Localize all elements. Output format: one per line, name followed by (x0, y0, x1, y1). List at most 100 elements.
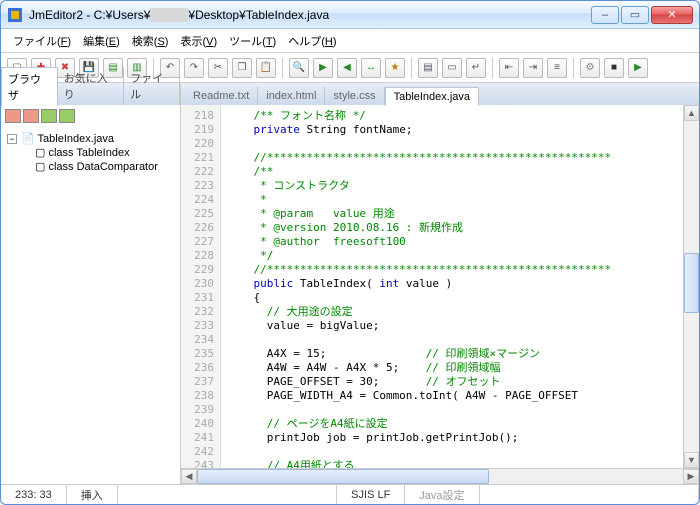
sidebar: ブラウザお気に入りファイル −📄 TableIndex.java▢ class … (1, 83, 181, 484)
editor-tabs: Readme.txtindex.htmlstyle.cssTableIndex.… (181, 83, 699, 105)
code-text[interactable]: /** フォント名称 */ private String fontName; /… (221, 105, 683, 468)
run-icon: ▶ (634, 62, 642, 73)
indent-icon: ⇥ (529, 62, 537, 73)
toolbar-separator (573, 58, 574, 78)
class-icon: ▢ (35, 161, 45, 173)
status-spacer2 (480, 485, 699, 504)
wrap-icon: ↵ (472, 62, 480, 73)
collapse-icon[interactable]: − (7, 134, 17, 144)
view-mode-icon-d[interactable] (59, 109, 75, 123)
body: ブラウザお気に入りファイル −📄 TableIndex.java▢ class … (1, 83, 699, 484)
editor-tab[interactable]: style.css (325, 87, 384, 105)
menu-v[interactable]: 表示(V) (180, 33, 217, 49)
sidebar-tab[interactable]: ファイル (124, 67, 180, 105)
maximize-button[interactable]: ▭ (621, 6, 649, 24)
code-viewport: 218 219 220 221 222 223 224 225 226 227 … (181, 105, 699, 468)
scroll-down-icon[interactable]: ▼ (684, 452, 699, 468)
sidebar-tab[interactable]: ブラウザ (1, 67, 58, 106)
class-icon: ▢ (35, 147, 45, 159)
window-title: JmEditor2 - C:¥Users¥ ¥Desktop¥TableInde… (29, 6, 591, 23)
toolbar-cut-button[interactable]: ✂ (208, 58, 228, 78)
vscroll-track[interactable] (684, 121, 699, 452)
window-controls: – ▭ ✕ (591, 6, 693, 24)
toolbar-prev-button[interactable]: ◀ (337, 58, 357, 78)
toolbar-mark-button[interactable]: ★ (385, 58, 405, 78)
toolbar-separator (492, 58, 493, 78)
tree-node[interactable]: ▢ class DataComparator (35, 160, 174, 173)
status-position: 233: 33 (1, 485, 67, 504)
tree-root[interactable]: −📄 TableIndex.java (7, 132, 174, 145)
titlebar[interactable]: JmEditor2 - C:¥Users¥ ¥Desktop¥TableInde… (1, 1, 699, 29)
app-window: JmEditor2 - C:¥Users¥ ¥Desktop¥TableInde… (0, 0, 700, 505)
settings-icon: ⚙ (586, 62, 595, 73)
toolbar-view-single-button[interactable]: ▭ (442, 58, 462, 78)
prev-icon: ◀ (343, 62, 351, 73)
hscroll-track[interactable] (197, 469, 683, 484)
sidebar-tab[interactable]: お気に入り (58, 67, 124, 105)
toolbar-copy-button[interactable]: ❐ (232, 58, 252, 78)
scroll-left-icon[interactable]: ◀ (181, 469, 197, 484)
status-encoding: SJIS LF (337, 485, 405, 504)
toolbar-outdent-button[interactable]: ⇤ (499, 58, 519, 78)
sidebar-tabs: ブラウザお気に入りファイル (1, 83, 180, 105)
menu-e[interactable]: 編集(E) (83, 33, 120, 49)
toolbar-settings-button[interactable]: ⚙ (580, 58, 600, 78)
close-button[interactable]: ✕ (651, 6, 693, 24)
scroll-right-icon[interactable]: ▶ (683, 469, 699, 484)
menu-s[interactable]: 検索(S) (132, 33, 169, 49)
mark-icon: ★ (391, 62, 400, 73)
next-icon: ▶ (319, 62, 327, 73)
app-icon (7, 7, 23, 23)
view-split-icon: ▤ (423, 62, 432, 73)
status-spacer (118, 485, 337, 504)
outline-tree: −📄 TableIndex.java▢ class TableIndex▢ cl… (1, 127, 180, 178)
toolbar-toggle-button[interactable]: ≡ (547, 58, 567, 78)
editor-tab[interactable]: TableIndex.java (385, 87, 479, 106)
find-icon: 🔍 (293, 62, 305, 73)
file-icon: 📄 (21, 133, 35, 145)
editor-tab[interactable]: index.html (258, 87, 325, 105)
editor-area: Readme.txtindex.htmlstyle.cssTableIndex.… (181, 83, 699, 484)
menu-h[interactable]: ヘルプ(H) (288, 33, 336, 49)
toolbar-indent-button[interactable]: ⇥ (523, 58, 543, 78)
hscroll-thumb[interactable] (197, 469, 489, 484)
status-lang[interactable]: Java設定 (405, 485, 479, 504)
menubar: ファイル(F) 編集(E) 検索(S) 表示(V) ツール(T) ヘルプ(H) (1, 29, 699, 53)
cut-icon: ✂ (214, 62, 222, 73)
tree-node[interactable]: ▢ class TableIndex (35, 146, 174, 159)
statusbar: 233: 33 挿入 SJIS LF Java設定 (1, 484, 699, 504)
view-mode-icon-a[interactable] (5, 109, 21, 123)
vertical-scrollbar[interactable]: ▲ ▼ (683, 105, 699, 468)
horizontal-scrollbar[interactable]: ◀ ▶ (181, 468, 699, 484)
editor-tab[interactable]: Readme.txt (185, 87, 258, 105)
line-gutter: 218 219 220 221 222 223 224 225 226 227 … (181, 105, 221, 468)
toolbar-macro-button[interactable]: ■ (604, 58, 624, 78)
toolbar-next-button[interactable]: ▶ (313, 58, 333, 78)
scroll-up-icon[interactable]: ▲ (684, 105, 699, 121)
macro-icon: ■ (611, 62, 617, 73)
toolbar-redo-button[interactable]: ↷ (184, 58, 204, 78)
view-mode-icon-c[interactable] (41, 109, 57, 123)
replace-icon: ↔ (366, 62, 376, 73)
toolbar-wrap-button[interactable]: ↵ (466, 58, 486, 78)
toolbar-find-button[interactable]: 🔍 (289, 58, 309, 78)
outdent-icon: ⇤ (505, 62, 513, 73)
vscroll-thumb[interactable] (684, 253, 699, 313)
sidebar-view-buttons (1, 105, 180, 127)
toolbar-run-button[interactable]: ▶ (628, 58, 648, 78)
menu-f[interactable]: ファイル(F) (13, 33, 71, 49)
toolbar-view-split-button[interactable]: ▤ (418, 58, 438, 78)
copy-icon: ❐ (238, 62, 247, 73)
redo-icon: ↷ (190, 62, 198, 73)
minimize-button[interactable]: – (591, 6, 619, 24)
paste-icon: 📋 (260, 62, 272, 73)
toolbar-separator (411, 58, 412, 78)
status-mode: 挿入 (67, 485, 118, 504)
view-mode-icon-b[interactable] (23, 109, 39, 123)
toggle-icon: ≡ (554, 62, 560, 73)
toolbar-separator (282, 58, 283, 78)
toolbar-paste-button[interactable]: 📋 (256, 58, 276, 78)
toolbar-replace-button[interactable]: ↔ (361, 58, 381, 78)
view-single-icon: ▭ (447, 62, 456, 73)
menu-t[interactable]: ツール(T) (229, 33, 276, 49)
